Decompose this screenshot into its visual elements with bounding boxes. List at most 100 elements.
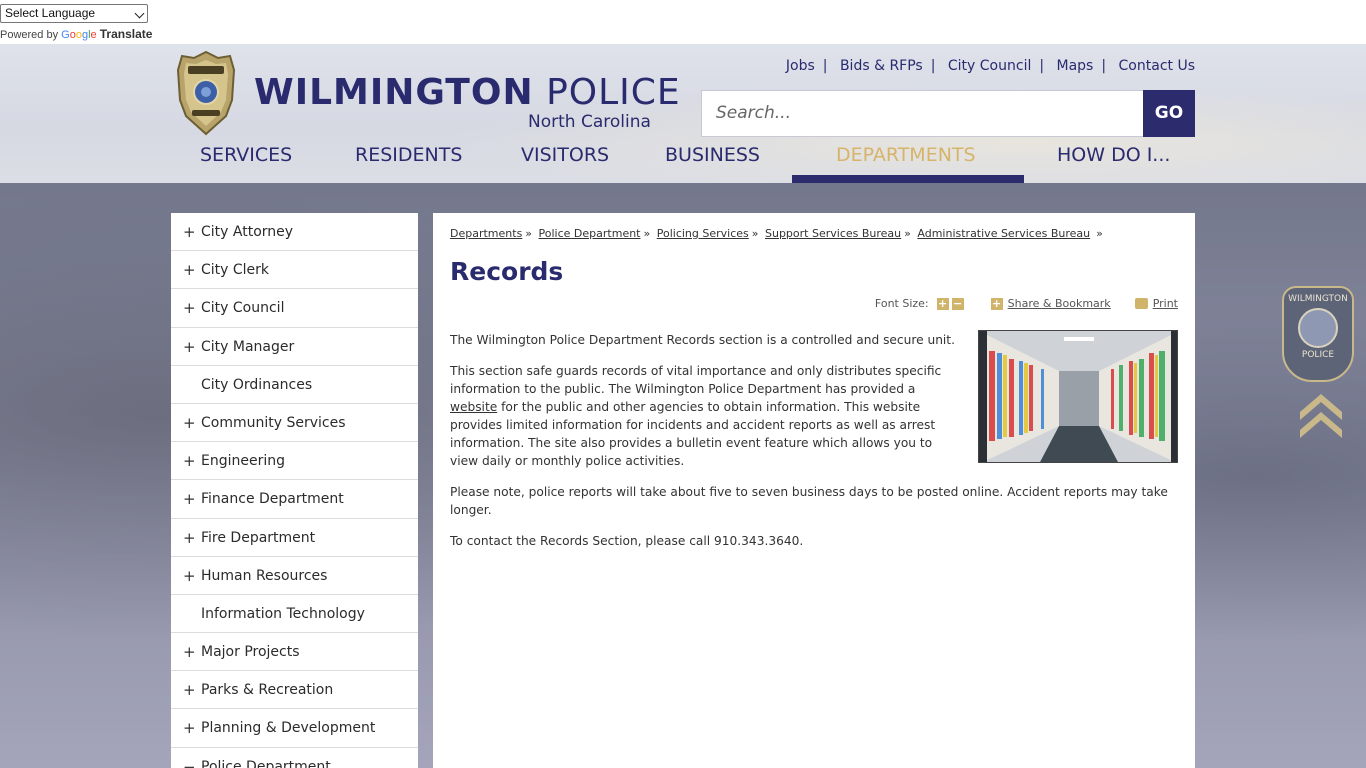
breadcrumb: Departments» Police Department» Policing… — [450, 227, 1103, 240]
google-logo[interactable]: Google — [61, 29, 97, 41]
language-select-label: Select Language — [5, 6, 96, 20]
breadcrumb-administrative-services[interactable]: Administrative Services Bureau — [917, 227, 1090, 240]
nav-services[interactable]: SERVICES — [200, 144, 292, 166]
printer-icon — [1134, 298, 1148, 309]
sidebar-item-city-manager[interactable]: + City Manager — [171, 328, 418, 366]
top-link-city-council[interactable]: City Council — [948, 58, 1031, 74]
search-go-button[interactable]: GO — [1143, 90, 1195, 137]
plus-icon[interactable]: + — [183, 442, 196, 480]
sidebar-item-label: Fire Department — [201, 529, 316, 546]
top-links: Jobs | Bids & RFPs | City Council | Maps | C… — [785, 58, 1195, 74]
police-patch-image: WILMINGTON POLICE — [1282, 286, 1354, 382]
sergeant-chevrons-icon — [1300, 394, 1342, 438]
paragraph-website: This section safe guards records of vita… — [450, 362, 950, 470]
sidebar-item-planning[interactable]: + Planning & Development — [171, 709, 418, 748]
sidebar-item-information-technology[interactable]: Information Technology — [171, 595, 418, 634]
language-select[interactable]: Select Language — [0, 4, 148, 23]
sidebar-item-label: City Ordinances — [201, 376, 313, 393]
sidebar-item-label: City Manager — [201, 338, 295, 355]
sidebar-item-city-council[interactable]: + City Council — [171, 289, 418, 328]
nav-departments[interactable]: DEPARTMENTS — [836, 144, 976, 166]
breadcrumb-policing-services[interactable]: Policing Services — [657, 227, 749, 240]
top-link-maps[interactable]: Maps — [1057, 58, 1094, 74]
sidebar-item-city-attorney[interactable]: + City Attorney — [171, 213, 418, 252]
sidebar-item-finance[interactable]: + Finance Department — [171, 480, 418, 519]
sidebar-item-city-clerk[interactable]: + City Clerk — [171, 251, 418, 290]
nav-business[interactable]: BUSINESS — [665, 144, 760, 166]
font-increase-icon[interactable]: + — [936, 297, 949, 310]
sidebar-item-label: Engineering — [201, 453, 285, 470]
sidebar-item-label: City Clerk — [201, 262, 270, 279]
print-link[interactable]: Print — [1153, 297, 1178, 310]
sidebar-item-community-services[interactable]: + Community Services — [171, 404, 418, 443]
chevron-down-icon — [134, 8, 145, 19]
patch-text-bottom: POLICE — [1301, 350, 1335, 360]
paragraph-contact: To contact the Records Section, please c… — [450, 534, 804, 548]
plus-icon[interactable]: + — [183, 251, 196, 289]
site-header: WILMINGTON POLICE North Carolina Jobs | B… — [0, 44, 1366, 183]
sidebar-nav: + City Attorney + City Clerk + City Council… — [171, 213, 418, 768]
powered-by-google: Powered by Google Translate — [0, 27, 152, 41]
active-nav-indicator — [792, 175, 1024, 183]
site-subtitle: North Carolina — [528, 112, 651, 132]
paragraph-website-text-2: for the public and other agencies to obt… — [450, 400, 936, 468]
website-link[interactable]: website — [450, 400, 497, 414]
nav-visitors[interactable]: VISITORS — [521, 144, 609, 166]
site-title-bold: WILMINGTON — [254, 72, 534, 113]
breadcrumb-support-services[interactable]: Support Services Bureau — [765, 227, 901, 240]
paragraph-website-text-1: This section safe guards records of vita… — [450, 364, 942, 396]
plus-icon[interactable]: + — [183, 328, 196, 366]
plus-icon[interactable]: + — [183, 289, 196, 327]
sidebar-item-label: Community Services — [201, 414, 346, 431]
plus-icon[interactable]: + — [183, 404, 196, 442]
main-nav: SERVICES RESIDENTS VISITORS BUSINESS DEP… — [171, 140, 1195, 183]
sidebar-item-engineering[interactable]: + Engineering — [171, 442, 418, 481]
search-input[interactable]: Search... — [701, 90, 1144, 137]
top-link-bids[interactable]: Bids & RFPs — [840, 58, 923, 74]
sidebar-item-fire[interactable]: + Fire Department — [171, 519, 418, 557]
page-body: The Wilmington Police Department Records… — [450, 331, 1178, 563]
translate-bar: Select Language Powered by Google Transl… — [0, 0, 1366, 44]
font-decrease-icon[interactable]: − — [951, 297, 964, 310]
page-tools: Font Size: + − + Share & Bookmark Print — [875, 297, 1178, 310]
patch-seal-icon — [1298, 308, 1338, 348]
breadcrumb-departments[interactable]: Departments — [450, 227, 522, 240]
site-title[interactable]: WILMINGTON POLICE — [254, 72, 681, 113]
plus-icon[interactable]: + — [183, 633, 196, 671]
plus-icon[interactable]: + — [183, 480, 196, 518]
site-title-regular: POLICE — [546, 72, 681, 113]
sidebar-item-label: Major Projects — [201, 644, 300, 661]
share-plus-icon: + — [990, 296, 1003, 310]
nav-how-do-i[interactable]: HOW DO I... — [1057, 144, 1170, 166]
page-title: Records — [450, 257, 564, 286]
plus-icon[interactable]: + — [183, 557, 196, 595]
nav-residents[interactable]: RESIDENTS — [355, 144, 462, 166]
sidebar-item-parks[interactable]: + Parks & Recreation — [171, 671, 418, 710]
sidebar-item-label: Planning & Development — [201, 720, 376, 737]
share-bookmark-link[interactable]: Share & Bookmark — [1008, 297, 1111, 310]
sidebar-item-label: City Council — [201, 300, 285, 317]
sidebar-item-label: Finance Department — [201, 491, 344, 508]
powered-by-text: Powered by — [0, 29, 59, 41]
paragraph-note: Please note, police reports will take ab… — [450, 485, 1168, 517]
top-link-contact[interactable]: Contact Us — [1119, 58, 1195, 74]
minus-icon[interactable]: − — [183, 748, 196, 768]
plus-icon[interactable]: + — [183, 671, 196, 709]
plus-icon[interactable]: + — [183, 213, 196, 251]
plus-icon[interactable]: + — [183, 709, 196, 747]
top-link-jobs[interactable]: Jobs — [786, 58, 815, 74]
plus-icon[interactable]: + — [183, 519, 196, 557]
breadcrumb-police-department[interactable]: Police Department — [539, 227, 641, 240]
paragraph-intro: The Wilmington Police Department Records… — [450, 333, 955, 347]
sidebar-item-police[interactable]: − Police Department — [171, 748, 418, 768]
patch-text-top: WILMINGTON — [1288, 294, 1348, 304]
sidebar-item-label: Parks & Recreation — [201, 682, 334, 699]
sidebar-item-major-projects[interactable]: + Major Projects — [171, 633, 418, 672]
font-size-label: Font Size: — [874, 297, 929, 310]
sidebar-item-label: Human Resources — [201, 567, 328, 584]
translate-link[interactable]: Translate — [100, 27, 153, 41]
police-badge-icon[interactable] — [174, 50, 238, 136]
sidebar-item-human-resources[interactable]: + Human Resources — [171, 557, 418, 595]
main-content: Departments» Police Department» Policing… — [433, 213, 1195, 768]
sidebar-item-city-ordinances[interactable]: City Ordinances — [171, 366, 418, 404]
